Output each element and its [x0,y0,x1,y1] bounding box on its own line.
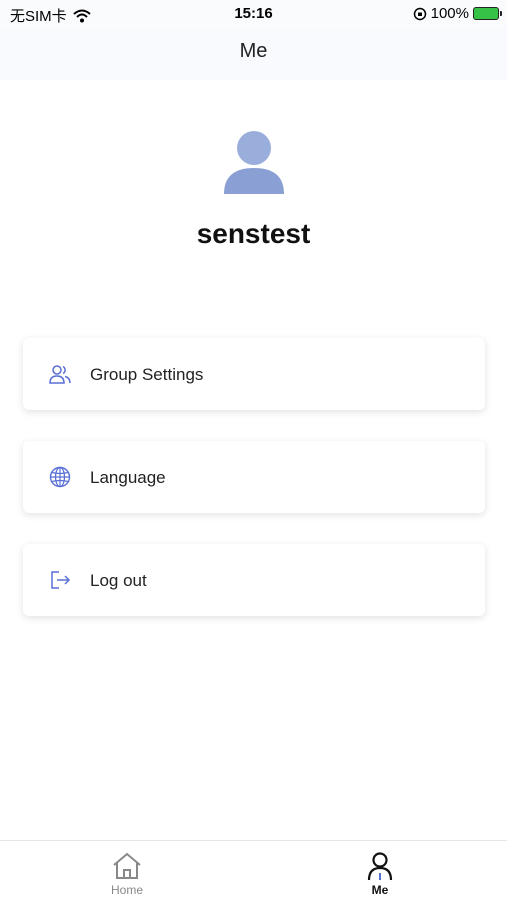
person-icon [367,852,393,881]
page-title: Me [239,40,268,62]
group-settings-item[interactable]: Group Settings [23,338,485,410]
username: senstest [196,218,311,249]
battery-percent: 100% [430,5,469,22]
tab-me[interactable]: Me [320,841,440,901]
tab-home[interactable]: Home [67,841,187,901]
battery-icon [473,7,502,20]
orientation-lock-icon [413,7,426,20]
language-label: Language [90,468,166,487]
group-icon [49,365,71,384]
tab-me-label: Me [371,883,389,897]
logout-icon [51,571,71,589]
status-right: 100% [413,5,502,22]
group-settings-label: Group Settings [90,365,204,384]
logout-item[interactable]: Log out [23,544,485,616]
language-item[interactable]: Language [23,441,485,513]
home-icon [113,852,141,879]
logout-label: Log out [90,571,147,590]
nav-bar: Me [0,28,507,80]
status-bar: 无SIM卡 15:16 100% [0,0,507,28]
globe-icon [49,466,71,488]
tab-home-label: Home [110,883,143,897]
tab-bar: Home Me [0,840,507,901]
avatar[interactable] [222,128,286,198]
